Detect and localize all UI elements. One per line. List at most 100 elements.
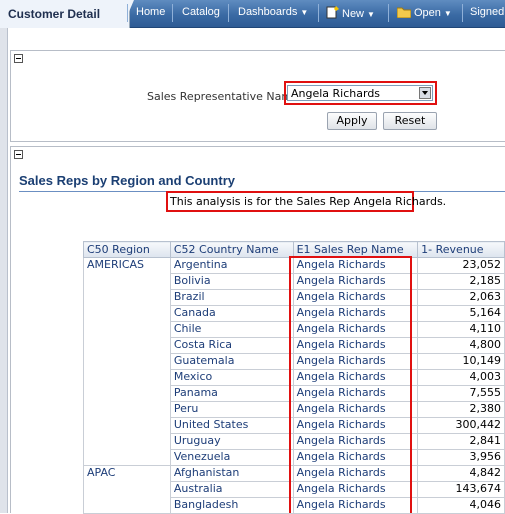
chevron-down-icon: ▼ [300,8,309,17]
country-cell[interactable]: Bolivia [169,273,294,290]
country-cell[interactable]: United States [169,417,294,434]
nav-new-menu[interactable]: New ▼ [326,6,375,20]
sales-rep-cell[interactable]: Angela Richards [292,465,419,482]
country-cell[interactable]: Uruguay [169,433,294,450]
column-header[interactable]: C50 Region [83,241,171,258]
nav-dashboards-menu[interactable]: Dashboards ▼ [238,6,308,18]
table-row: Uruguay Angela Richards 2,841 [83,433,505,450]
table-row: Peru Angela Richards 2,380 [83,401,505,418]
sales-rep-cell[interactable]: Angela Richards [292,385,419,402]
sales-rep-cell[interactable]: Angela Richards [292,481,419,498]
sales-rep-cell[interactable]: Angela Richards [292,369,419,386]
country-cell[interactable]: Mexico [169,369,294,386]
column-header[interactable]: E1 Sales Rep Name [292,241,419,258]
folder-icon [397,7,411,18]
top-nav-bar: Customer Detail Home Catalog Dashboards ▼… [0,0,505,28]
tab-customer-detail[interactable]: Customer Detail [0,0,130,28]
region-cell[interactable] [83,433,171,450]
table-row: Panama Angela Richards 7,555 [83,385,505,402]
prompt-panel: Sales Representative Name: Angela Richar… [10,50,505,142]
region-cell[interactable] [83,289,171,306]
column-header[interactable]: C52 Country Name [169,241,294,258]
country-cell[interactable]: Argentina [169,257,294,274]
country-cell[interactable]: Venezuela [169,449,294,466]
revenue-cell: 10,149 [417,353,505,370]
table-body: AMERICAS Argentina Angela Richards 23,052 Bo… [83,257,505,514]
report-table: C50 Region C52 Country Name E1 Sales Rep… [83,241,505,514]
sales-rep-cell[interactable]: Angela Richards [292,433,419,450]
table-row: Costa Rica Angela Richards 4,800 [83,337,505,354]
country-cell[interactable]: Panama [169,385,294,402]
dropdown-arrow-icon[interactable] [419,87,431,99]
region-cell[interactable] [83,481,171,498]
region-cell[interactable]: AMERICAS [83,257,171,274]
new-document-icon [326,6,339,19]
sales-rep-cell[interactable]: Angela Richards [292,497,419,514]
region-cell[interactable] [83,497,171,514]
sales-rep-prompt-label: Sales Representative Name: [147,90,303,103]
apply-button[interactable]: Apply [327,112,377,130]
nav-catalog-link[interactable]: Catalog [182,6,220,18]
revenue-cell: 5,164 [417,305,505,322]
country-cell[interactable]: Australia [169,481,294,498]
narrative-text: This analysis is for the Sales Rep Angel… [170,195,447,208]
column-header[interactable]: 1- Revenue [417,241,505,258]
table-row: Australia Angela Richards 143,674 [83,481,505,498]
table-row: AMERICAS Argentina Angela Richards 23,052 [83,257,505,274]
revenue-cell: 2,063 [417,289,505,306]
country-cell[interactable]: Bangladesh [169,497,294,514]
region-cell[interactable] [83,337,171,354]
collapse-section-icon[interactable] [14,54,23,63]
nav-separator [172,4,173,22]
sales-rep-cell[interactable]: Angela Richards [292,273,419,290]
region-cell[interactable] [83,353,171,370]
country-cell[interactable]: Peru [169,401,294,418]
sales-rep-cell[interactable]: Angela Richards [292,257,419,274]
sales-rep-cell[interactable]: Angela Richards [292,449,419,466]
revenue-cell: 7,555 [417,385,505,402]
region-cell[interactable]: APAC [83,465,171,482]
region-cell[interactable] [83,369,171,386]
collapse-section-icon[interactable] [14,150,23,159]
revenue-cell: 4,110 [417,321,505,338]
revenue-cell: 4,003 [417,369,505,386]
region-cell[interactable] [83,321,171,338]
sales-rep-cell[interactable]: Angela Richards [292,417,419,434]
nav-signed-in-user[interactable]: Signed [470,6,504,18]
sales-rep-cell[interactable]: Angela Richards [292,401,419,418]
region-cell[interactable] [83,273,171,290]
region-cell[interactable] [83,449,171,466]
table-row: APAC Afghanistan Angela Richards 4,842 [83,465,505,482]
country-cell[interactable]: Chile [169,321,294,338]
sales-rep-cell[interactable]: Angela Richards [292,289,419,306]
sales-rep-cell[interactable]: Angela Richards [292,353,419,370]
nav-separator [318,4,319,22]
table-row: United States Angela Richards 300,442 [83,417,505,434]
left-splitter[interactable] [0,28,8,513]
chevron-down-icon: ▼ [367,10,375,19]
table-row: Chile Angela Richards 4,110 [83,321,505,338]
country-cell[interactable]: Costa Rica [169,337,294,354]
sales-rep-select[interactable]: Angela Richards [287,85,433,101]
region-cell[interactable] [83,305,171,322]
sales-rep-cell[interactable]: Angela Richards [292,305,419,322]
table-row: Guatemala Angela Richards 10,149 [83,353,505,370]
nav-separator [228,4,229,22]
region-cell[interactable] [83,417,171,434]
sales-rep-cell[interactable]: Angela Richards [292,321,419,338]
sales-rep-cell[interactable]: Angela Richards [292,337,419,354]
nav-open-menu[interactable]: Open ▼ [397,6,452,19]
chevron-down-icon: ▼ [443,9,452,18]
country-cell[interactable]: Brazil [169,289,294,306]
country-cell[interactable]: Canada [169,305,294,322]
revenue-cell: 4,046 [417,497,505,514]
revenue-cell: 2,185 [417,273,505,290]
table-row: Bolivia Angela Richards 2,185 [83,273,505,290]
country-cell[interactable]: Afghanistan [169,465,294,482]
nav-home-link[interactable]: Home [136,6,165,18]
open-label: Open [414,7,441,19]
reset-button[interactable]: Reset [383,112,437,130]
region-cell[interactable] [83,401,171,418]
country-cell[interactable]: Guatemala [169,353,294,370]
region-cell[interactable] [83,385,171,402]
